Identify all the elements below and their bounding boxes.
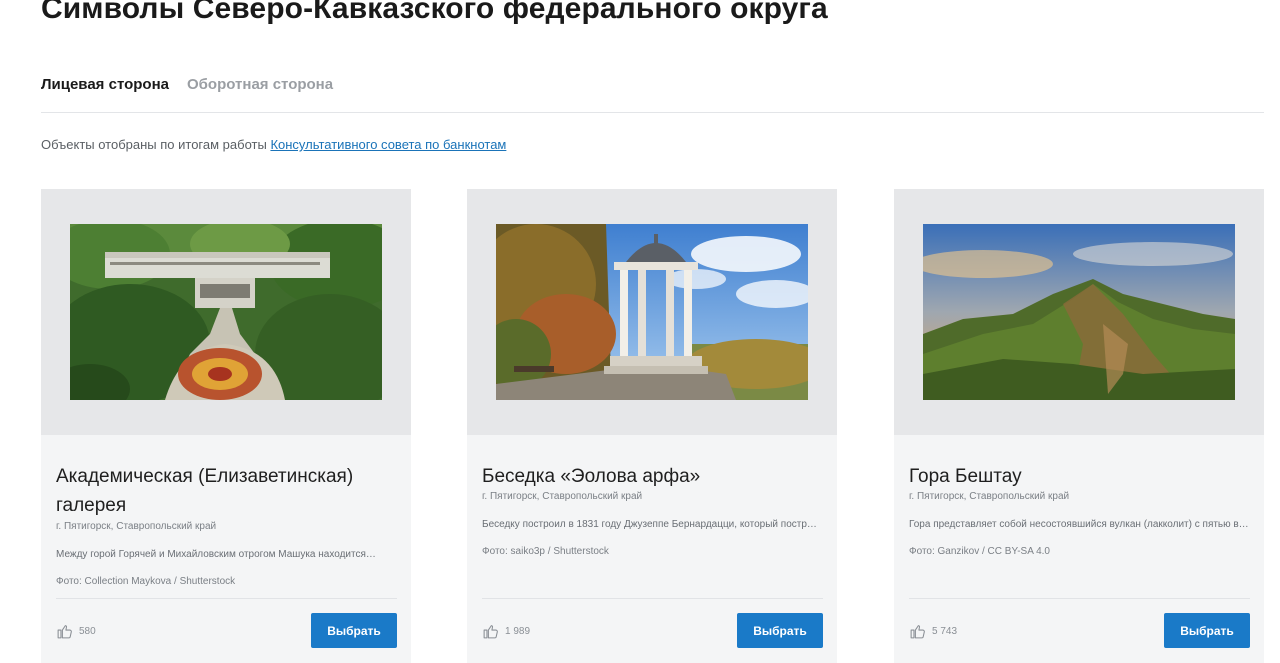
card-image-zone bbox=[467, 189, 837, 435]
intro-label: Объекты отобраны по итогам работы bbox=[41, 137, 271, 152]
like-control[interactable]: 5 743 bbox=[909, 623, 957, 640]
choose-button[interactable]: Выбрать bbox=[1164, 613, 1250, 648]
card-description: Между горой Горячей и Михайловским отрог… bbox=[56, 549, 376, 560]
card-title: Беседка «Эолова арфа» bbox=[482, 466, 701, 487]
card-location: г. Пятигорск, Ставропольский край bbox=[56, 521, 217, 532]
card-photo-credit: Фото: saiko3p / Shutterstock bbox=[482, 546, 609, 557]
thumb-up-icon bbox=[483, 625, 498, 639]
intro-text: Объекты отобраны по итогам работы Консул… bbox=[41, 137, 506, 152]
like-control[interactable]: 580 bbox=[56, 623, 96, 640]
tabs-divider bbox=[41, 112, 1264, 113]
tab-back-side[interactable]: Оборотная сторона bbox=[187, 76, 333, 93]
card-description: Беседку построил в 1831 году Джузеппе Бе… bbox=[482, 519, 822, 530]
card-image-zone bbox=[41, 189, 411, 435]
card-description: Гора представляет собой несостоявшийся в… bbox=[909, 519, 1249, 530]
like-count: 580 bbox=[79, 626, 96, 637]
like-control[interactable]: 1 989 bbox=[482, 623, 530, 640]
card-divider bbox=[909, 598, 1250, 599]
card-title: Гора Бештау bbox=[909, 466, 1022, 487]
card-photo-credit: Фото: Ganzikov / CC BY-SA 4.0 bbox=[909, 546, 1050, 557]
advisory-council-link[interactable]: Консультативного совета по банкнотам bbox=[270, 137, 506, 152]
card-divider bbox=[56, 598, 397, 599]
thumb-up-icon bbox=[57, 625, 72, 639]
card-divider bbox=[482, 598, 823, 599]
card-photo-aeolian-harp[interactable] bbox=[496, 224, 808, 400]
card-aeolian-harp: Беседка «Эолова арфа» г. Пятигорск, Став… bbox=[467, 189, 837, 663]
card-title: Академическая (Елизаветинская) галерея bbox=[56, 466, 354, 516]
choose-button[interactable]: Выбрать bbox=[311, 613, 397, 648]
side-tabs: Лицевая сторона Оборотная сторона bbox=[41, 76, 333, 93]
card-beshtau: Гора Бештау г. Пятигорск, Ставропольский… bbox=[894, 189, 1264, 663]
tab-front-side[interactable]: Лицевая сторона bbox=[41, 76, 169, 93]
like-count: 1 989 bbox=[505, 626, 531, 637]
page-title: Символы Северо-Кавказского федерального … bbox=[41, 0, 828, 25]
thumb-up-icon bbox=[910, 625, 925, 639]
card-photo-beshtau[interactable] bbox=[923, 224, 1235, 400]
card-academic-gallery: Академическая (Елизаветинская) галерея г… bbox=[41, 189, 411, 663]
card-photo-academic-gallery[interactable] bbox=[70, 224, 382, 400]
choose-button[interactable]: Выбрать bbox=[737, 613, 823, 648]
card-location: г. Пятигорск, Ставропольский край bbox=[909, 491, 1070, 502]
card-location: г. Пятигорск, Ставропольский край bbox=[482, 491, 643, 502]
card-image-zone bbox=[894, 189, 1264, 435]
card-photo-credit: Фото: Collection Maykova / Shutterstock bbox=[56, 576, 236, 587]
like-count: 5 743 bbox=[932, 626, 958, 637]
